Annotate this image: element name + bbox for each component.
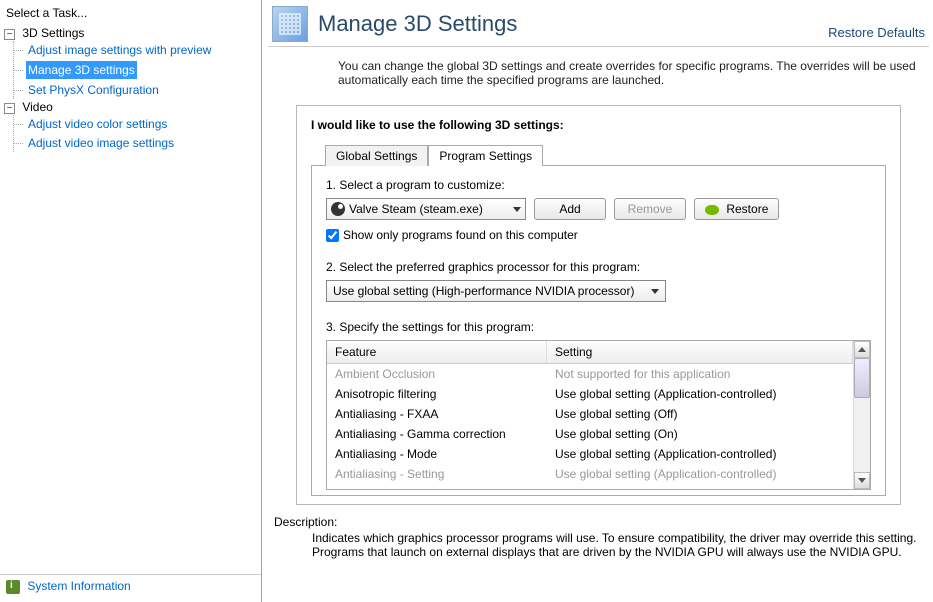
- main-content: Manage 3D Settings Restore Defaults You …: [262, 0, 933, 602]
- nav-tree: − 3D Settings Adjust image settings with…: [0, 26, 261, 574]
- arrow-up-icon: [858, 347, 866, 352]
- cell-feature: Ambient Occlusion: [335, 367, 555, 381]
- step1-label: 1. Select a program to customize:: [326, 178, 871, 192]
- tabs: Global Settings Program Settings: [325, 144, 886, 165]
- description-body: Indicates which graphics processor progr…: [274, 531, 923, 559]
- scrollbar[interactable]: [853, 341, 870, 489]
- nav-adjust-image-preview[interactable]: Adjust image settings with preview: [26, 41, 261, 59]
- system-info-label: System Information: [27, 579, 130, 593]
- tree-group-video[interactable]: Video: [22, 100, 52, 114]
- scroll-down-button[interactable]: [854, 472, 870, 489]
- step2-label: 2. Select the preferred graphics process…: [326, 260, 871, 274]
- col-setting[interactable]: Setting: [547, 341, 853, 363]
- table-row[interactable]: Antialiasing - SettingUse global setting…: [327, 464, 853, 484]
- cell-setting: Use global setting (On): [555, 427, 845, 441]
- intro-text: You can change the global 3D settings an…: [268, 47, 929, 97]
- scroll-thumb[interactable]: [854, 358, 870, 398]
- cell-setting: Not supported for this application: [555, 367, 845, 381]
- tab-program-settings[interactable]: Program Settings: [428, 145, 543, 166]
- restore-defaults-link[interactable]: Restore Defaults: [828, 25, 925, 42]
- gpu-select-value: Use global setting (High-performance NVI…: [333, 284, 634, 298]
- description-section: Description: Indicates which graphics pr…: [268, 505, 929, 559]
- cell-feature: Anisotropic filtering: [335, 387, 555, 401]
- header-3d-icon: [272, 6, 308, 42]
- scroll-track[interactable]: [854, 358, 870, 472]
- table-row[interactable]: Antialiasing - ModeUse global setting (A…: [327, 444, 853, 464]
- restore-button-label: Restore: [726, 202, 768, 216]
- cell-setting: Use global setting (Application-controll…: [555, 467, 845, 481]
- page-title: Manage 3D Settings: [318, 11, 828, 37]
- col-feature[interactable]: Feature: [327, 341, 547, 363]
- chevron-down-icon: [513, 207, 521, 212]
- table-row[interactable]: Anisotropic filteringUse global setting …: [327, 384, 853, 404]
- tree-group-3d[interactable]: 3D Settings: [22, 26, 84, 40]
- settings-panel: I would like to use the following 3D set…: [296, 105, 901, 505]
- cell-feature: Antialiasing - Setting: [335, 467, 555, 481]
- cell-feature: Antialiasing - Mode: [335, 447, 555, 461]
- tree-toggle-3d[interactable]: −: [4, 29, 15, 40]
- nav-adjust-video-color[interactable]: Adjust video color settings: [26, 115, 261, 133]
- cell-feature: Antialiasing - FXAA: [335, 407, 555, 421]
- nvidia-icon: [705, 205, 719, 215]
- panel-heading: I would like to use the following 3D set…: [311, 118, 886, 132]
- gpu-select[interactable]: Use global setting (High-performance NVI…: [326, 280, 666, 302]
- nav-manage-3d-settings[interactable]: Manage 3D settings: [26, 61, 137, 79]
- settings-table: Feature Setting Ambient OcclusionNot sup…: [326, 340, 871, 490]
- steam-icon: [331, 202, 345, 216]
- cell-setting: Use global setting (Application-controll…: [555, 387, 845, 401]
- arrow-down-icon: [858, 478, 866, 483]
- program-select[interactable]: Valve Steam (steam.exe): [326, 198, 526, 220]
- scroll-up-button[interactable]: [854, 341, 870, 358]
- tab-body: 1. Select a program to customize: Valve …: [311, 165, 886, 496]
- cell-feature: Antialiasing - Gamma correction: [335, 427, 555, 441]
- table-row[interactable]: Ambient OcclusionNot supported for this …: [327, 364, 853, 384]
- nav-adjust-video-image[interactable]: Adjust video image settings: [26, 134, 261, 152]
- show-only-checkbox[interactable]: [326, 229, 339, 242]
- table-row[interactable]: Antialiasing - FXAAUse global setting (O…: [327, 404, 853, 424]
- chevron-down-icon: [651, 289, 659, 294]
- nav-set-physx[interactable]: Set PhysX Configuration: [26, 81, 261, 99]
- page-header: Manage 3D Settings Restore Defaults: [268, 0, 929, 47]
- restore-button[interactable]: Restore: [694, 198, 779, 220]
- sidebar: Select a Task... − 3D Settings Adjust im…: [0, 0, 262, 602]
- step3-label: 3. Specify the settings for this program…: [326, 320, 871, 334]
- system-information-link[interactable]: System Information: [0, 574, 261, 598]
- system-info-icon: [6, 580, 20, 594]
- sidebar-title: Select a Task...: [0, 4, 261, 26]
- remove-button[interactable]: Remove: [614, 198, 686, 220]
- cell-setting: Use global setting (Off): [555, 407, 845, 421]
- tree-toggle-video[interactable]: −: [4, 103, 15, 114]
- show-only-label: Show only programs found on this compute…: [343, 228, 578, 242]
- description-title: Description:: [274, 515, 923, 529]
- tab-global-settings[interactable]: Global Settings: [325, 145, 428, 166]
- cell-setting: Use global setting (Application-controll…: [555, 447, 845, 461]
- add-button[interactable]: Add: [534, 198, 606, 220]
- program-select-value: Valve Steam (steam.exe): [349, 202, 483, 216]
- table-row[interactable]: Antialiasing - Gamma correctionUse globa…: [327, 424, 853, 444]
